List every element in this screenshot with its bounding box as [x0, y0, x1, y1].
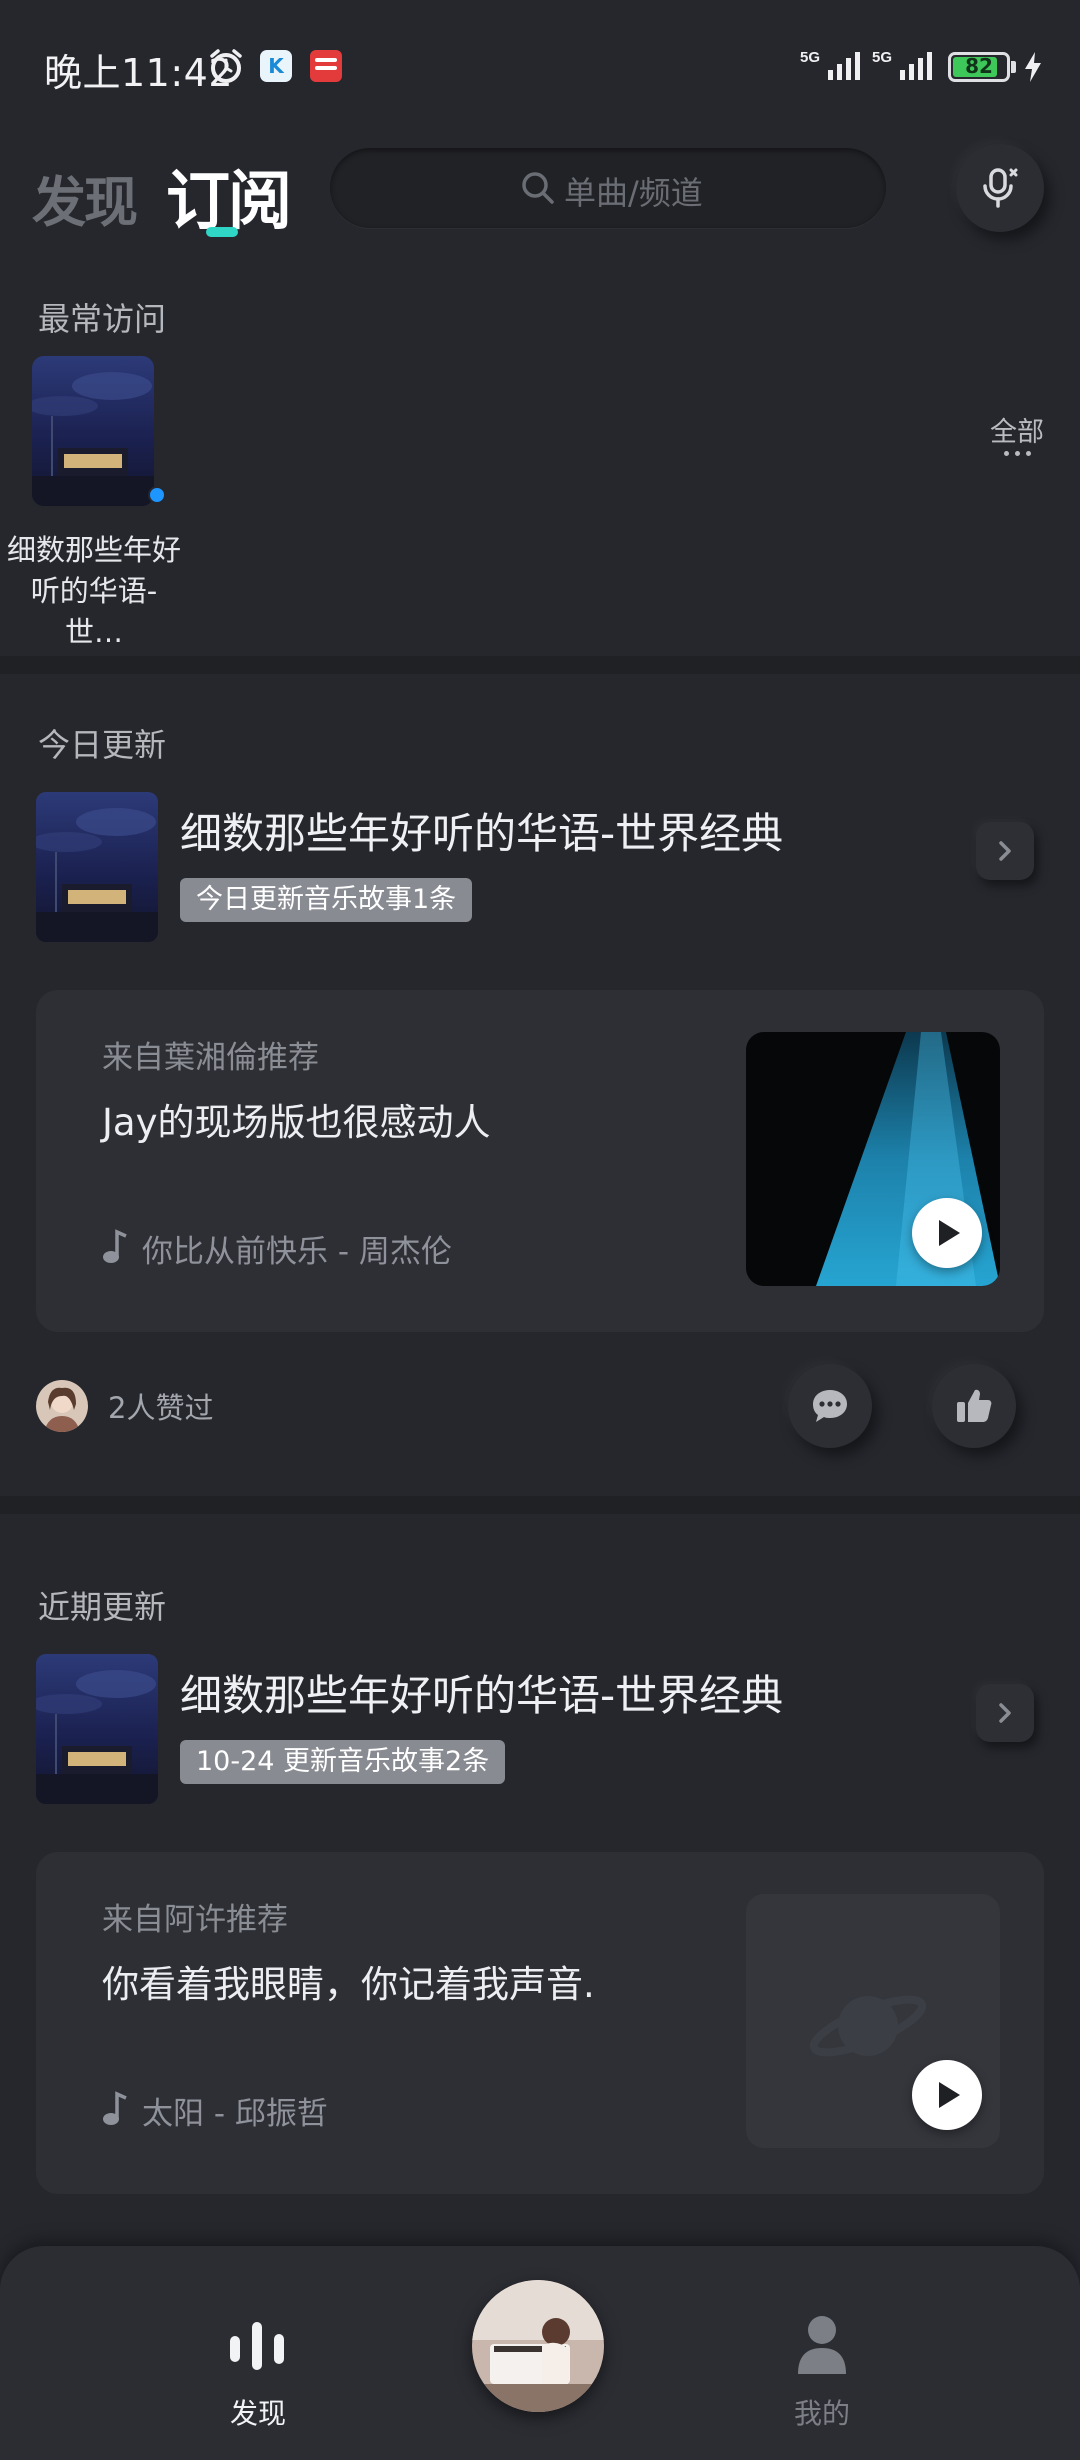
status-bar: 晚上11:42 K 5G 5G 82 — [0, 0, 1080, 130]
search-icon — [522, 172, 554, 204]
tab-discover[interactable]: 发现 — [32, 158, 138, 237]
app-news-icon — [310, 50, 342, 82]
channel-cover[interactable] — [36, 1654, 158, 1804]
recommender-label: 来自阿许推荐 — [102, 1902, 288, 1938]
play-button[interactable] — [912, 1198, 982, 1268]
favorite-channel-cover[interactable] — [32, 356, 154, 506]
open-channel-button[interactable] — [976, 822, 1034, 880]
music-note-icon — [103, 2091, 127, 2125]
status-time: 晚上11:42 — [44, 51, 234, 95]
open-channel-button[interactable] — [976, 1684, 1034, 1742]
battery-level: 82 — [965, 54, 993, 78]
song-name[interactable]: 太阳 - 邱振哲 — [142, 2088, 328, 2133]
chevron-right-icon — [999, 841, 1011, 861]
alarm-icon — [210, 49, 242, 83]
recommendation-card[interactable]: 来自阿许推荐 你看着我眼睛，你记着我声音. 太阳 - 邱振哲 — [36, 1852, 1044, 2194]
song-name[interactable]: 你比从前快乐 - 周杰伦 — [142, 1226, 452, 1271]
update-count-badge: 今日更新音乐故事1条 — [180, 878, 473, 922]
recent-update-title: 近期更新 — [38, 1588, 167, 1626]
microphone-icon — [983, 168, 1018, 208]
chevron-right-icon — [999, 1703, 1011, 1723]
channel-title[interactable]: 细数那些年好听的华语-世界经典 — [180, 1662, 783, 1723]
recommendation-text: 你看着我眼睛，你记着我声音. — [102, 1963, 595, 2006]
now-playing-disc[interactable] — [472, 2280, 604, 2412]
recommender-label: 来自葉湘倫推荐 — [102, 1040, 319, 1076]
like-button[interactable] — [932, 1364, 1016, 1448]
channel-cover-image — [32, 356, 154, 506]
play-button[interactable] — [912, 2060, 982, 2130]
favorite-channel-label[interactable]: 细数那些年好 听的华语-世… — [4, 530, 184, 653]
charging-icon — [1025, 52, 1041, 82]
recommendation-card[interactable]: 来自葉湘倫推荐 Jay的现场版也很感动人 你比从前快乐 - 周杰伦 — [36, 990, 1044, 1332]
svg-text:5G: 5G — [800, 49, 820, 66]
channel-cover[interactable] — [36, 792, 158, 942]
comment-icon — [813, 1390, 847, 1422]
more-dots-icon[interactable] — [1004, 451, 1032, 457]
svg-text:5G: 5G — [872, 49, 892, 66]
bottom-navigation: 发现 我的 — [0, 2246, 1080, 2460]
play-icon — [939, 1220, 960, 1246]
today-update-title: 今日更新 — [38, 726, 167, 764]
like-count: 2人赞过 — [108, 1391, 214, 1425]
voice-search-button[interactable] — [956, 144, 1044, 232]
channel-cover-image — [36, 1654, 158, 1804]
avatar[interactable] — [36, 1380, 88, 1432]
new-update-dot — [148, 486, 166, 504]
section-divider — [0, 656, 1080, 674]
section-divider — [0, 1496, 1080, 1514]
update-count-badge: 10-24 更新音乐故事2条 — [180, 1740, 506, 1784]
battery-icon: 82 — [948, 52, 1010, 82]
comment-button[interactable] — [788, 1364, 872, 1448]
recommendation-text: Jay的现场版也很感动人 — [102, 1101, 491, 1144]
liker-avatar-image — [36, 1380, 88, 1432]
app-k-icon: K — [260, 50, 292, 82]
signal-icon: 5G — [800, 49, 860, 80]
most-visited-title: 最常访问 — [38, 300, 167, 338]
music-note-icon — [103, 1229, 127, 1263]
battery-cap — [1011, 61, 1016, 73]
channel-title[interactable]: 细数那些年好听的华语-世界经典 — [180, 800, 783, 861]
thumbs-up-icon — [957, 1389, 992, 1422]
signal-icon: 5G — [872, 49, 932, 80]
song-thumbnail[interactable] — [746, 1894, 1000, 2148]
play-icon — [939, 2082, 960, 2108]
nav-mine-label[interactable]: 我的 — [760, 2392, 884, 2432]
nav-discover-icon[interactable] — [226, 2316, 288, 2376]
search-input[interactable]: 单曲/频道 — [330, 148, 886, 228]
nav-profile-icon[interactable] — [796, 2312, 848, 2376]
search-placeholder: 单曲/频道 — [564, 174, 703, 212]
active-tab-indicator — [206, 227, 238, 237]
nav-discover-label[interactable]: 发现 — [196, 2392, 320, 2432]
view-all-button[interactable]: 全部 — [990, 410, 1044, 449]
now-playing-artwork — [472, 2280, 604, 2412]
channel-cover-image — [36, 792, 158, 942]
song-thumbnail[interactable] — [746, 1032, 1000, 1286]
